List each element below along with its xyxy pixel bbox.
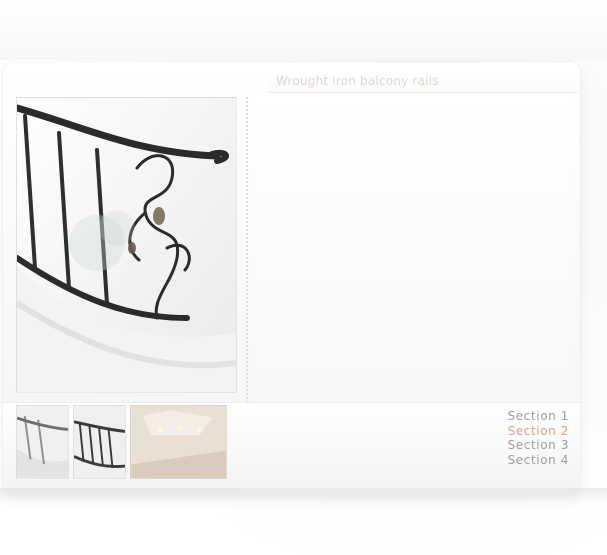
stair-railing-photo-icon	[17, 98, 236, 392]
vertical-divider	[246, 97, 248, 403]
thumbnail-3[interactable]	[130, 405, 227, 479]
railing-thumbnail-icon	[74, 406, 125, 478]
section-item-1[interactable]: Section 1	[508, 409, 569, 424]
page-title: Wrought iron balcony rails	[276, 74, 439, 88]
section-item-2[interactable]: Section 2	[508, 424, 569, 439]
top-band	[0, 0, 607, 60]
stair-thumbnail-icon	[17, 406, 68, 478]
bottom-shadow	[0, 488, 607, 504]
thumbnail-2[interactable]	[73, 405, 126, 479]
content-area	[250, 93, 575, 403]
title-bar: Wrought iron balcony rails	[268, 72, 578, 93]
section-item-4[interactable]: Section 4	[508, 453, 569, 468]
thumbnail-1[interactable]	[16, 405, 69, 479]
section-menu: Section 1 Section 2 Section 3 Section 4	[508, 409, 569, 467]
section-item-3[interactable]: Section 3	[508, 438, 569, 453]
main-photo	[16, 97, 237, 393]
interior-thumbnail-icon	[131, 406, 226, 478]
thumbnail-strip	[16, 405, 227, 479]
page: Wrought iron balcony rails Section 1 Sec…	[0, 0, 607, 555]
